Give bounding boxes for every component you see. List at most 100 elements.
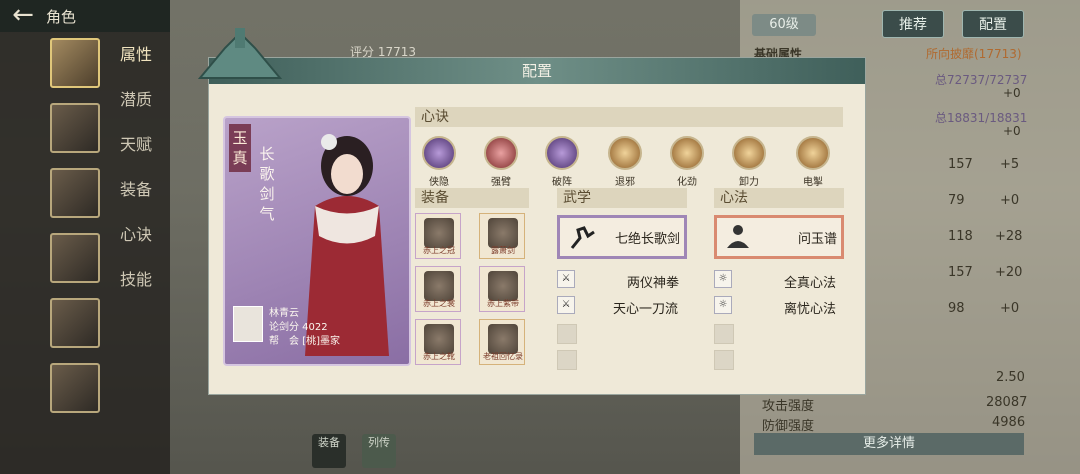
stat-row-value: 118 [948, 229, 973, 244]
skill-label: 卸力 [739, 177, 759, 188]
stat-value: 2.50 [996, 370, 1025, 385]
biography-button[interactable]: 列传 [362, 434, 396, 468]
skill-label: 退邪 [615, 177, 635, 188]
book-icon [488, 324, 518, 354]
armor-icon [424, 271, 454, 301]
wuxue-item-label: 两仪神拳 [627, 276, 680, 291]
xinfa-item-label: 离忧心法 [784, 302, 837, 317]
skill-slot[interactable]: 化劲 [667, 136, 707, 188]
empty-slot[interactable] [557, 350, 577, 370]
boots-icon [424, 324, 454, 354]
config-button[interactable]: 配置 [962, 10, 1024, 38]
wuxue-item-label: 天心一刀流 [613, 302, 679, 317]
top-bar: ← 角色 [0, 0, 170, 32]
menu-item-equipment[interactable]: 装备 [120, 177, 152, 222]
stat-row-value: 157 [948, 157, 973, 172]
mp-bonus: +0 [1003, 124, 1021, 138]
defense-value: 4986 [992, 415, 1026, 430]
xinfa-item-label: 全真心法 [784, 276, 837, 291]
equip-slot[interactable]: 赤上之冠 [415, 213, 461, 259]
swordsman-icon [570, 226, 595, 249]
menu-item-xinjue[interactable]: 心诀 [120, 222, 152, 267]
stat-row-delta: +0 [1000, 301, 1020, 316]
xinfa-item[interactable]: ☼ 全真心法 [714, 270, 844, 291]
skill-slot[interactable]: 电掣 [793, 136, 833, 188]
character-portrait[interactable] [50, 103, 100, 153]
character-name: 林青云 [269, 308, 299, 319]
character-title: 长歌剑气 [259, 145, 275, 223]
menu-item-skills[interactable]: 技能 [120, 267, 152, 312]
character-portrait[interactable] [50, 363, 100, 413]
equip-slot[interactable]: 赤上紫带 [479, 266, 525, 312]
skill-slot[interactable]: 卸力 [729, 136, 769, 188]
skill-slot[interactable]: 强臂 [481, 136, 521, 188]
equip-slot[interactable]: 老祖回忆录 [479, 319, 525, 365]
skill-slot[interactable]: 破阵 [542, 136, 582, 188]
menu-item-attributes[interactable]: 属性 [120, 42, 152, 87]
menu-item-talent[interactable]: 天赋 [120, 132, 152, 177]
character-portrait[interactable] [50, 38, 100, 88]
level-badge: 60级 [752, 14, 816, 36]
xinfa-section-header: 心法 [714, 188, 844, 208]
wuxue-item[interactable]: ⚔ 天心一刀流 [557, 296, 687, 317]
skill-icon [545, 136, 579, 170]
back-arrow-icon[interactable]: ← [0, 0, 46, 32]
xinjue-section-header: 心诀 [415, 107, 843, 127]
stat-row-value: 79 [948, 193, 965, 208]
character-portrait[interactable] [50, 233, 100, 283]
equip-shortcut-button[interactable]: 装备 [312, 434, 346, 468]
meditation-icon [727, 225, 749, 248]
skill-icon [670, 136, 704, 170]
skill-label: 侠隐 [429, 177, 449, 188]
character-list [50, 38, 102, 428]
equip-section-header: 装备 [415, 188, 529, 208]
wuxue-main-slot[interactable]: 七绝长歌剑 [557, 215, 687, 259]
set-bonus: 所向披靡(17713) [926, 47, 1022, 61]
wuxue-item[interactable]: ⚔ 两仪神拳 [557, 270, 687, 291]
arena-score: 论剑分 4022 [269, 322, 328, 333]
skill-icon [796, 136, 830, 170]
equip-slot[interactable]: 赤上之裳 [415, 266, 461, 312]
skill-icon [484, 136, 518, 170]
wuxue-main-label: 七绝长歌剑 [614, 232, 680, 247]
skill-label: 强臂 [491, 177, 511, 188]
skill-icon [422, 136, 456, 170]
belt-icon [488, 271, 518, 301]
skill-label: 破阵 [552, 177, 572, 188]
character-portrait[interactable] [50, 168, 100, 218]
equip-name: 露萧剑 [491, 246, 515, 255]
empty-slot[interactable] [557, 324, 577, 344]
martial-art-icon: ⚔ [557, 270, 575, 288]
skill-slot[interactable]: 侠隐 [419, 136, 459, 188]
sword-icon [488, 218, 518, 248]
stat-row-delta: +28 [995, 229, 1023, 244]
skill-slot[interactable]: 退邪 [605, 136, 645, 188]
inner-art-icon: ☼ [714, 270, 732, 288]
equip-name: 赤上之靴 [423, 352, 455, 361]
equip-slot[interactable]: 赤上之靴 [415, 319, 461, 365]
inner-art-icon: ☼ [714, 296, 732, 314]
stat-row-value: 157 [948, 265, 973, 280]
attribute-menu: 属性 潜质 天赋 装备 心诀 技能 [120, 42, 152, 312]
empty-slot[interactable] [714, 350, 734, 370]
empty-slot[interactable] [714, 324, 734, 344]
equip-name: 老祖回忆录 [483, 352, 523, 361]
menu-item-potential[interactable]: 潜质 [120, 87, 152, 132]
equip-slot[interactable]: 露萧剑 [479, 213, 525, 259]
recommend-button[interactable]: 推荐 [882, 10, 944, 38]
character-info: 林青云 论剑分 4022 帮 会 [桃]墨家 [231, 304, 407, 360]
equip-name: 赤上之裳 [423, 299, 455, 308]
character-portrait[interactable] [50, 298, 100, 348]
attack-label: 攻击强度 [762, 399, 815, 414]
skill-label: 电掣 [803, 177, 823, 188]
stat-row-delta: +0 [1000, 193, 1020, 208]
helmet-icon [424, 218, 454, 248]
defense-label: 防御强度 [762, 419, 815, 434]
xinfa-item[interactable]: ☼ 离忧心法 [714, 296, 844, 317]
equip-name: 赤上之冠 [423, 246, 455, 255]
xinfa-main-slot[interactable]: 问玉谱 [714, 215, 844, 259]
stat-row-value: 98 [948, 301, 965, 316]
stat-row-delta: +5 [1000, 157, 1020, 172]
more-details-button[interactable]: 更多详情 [754, 433, 1024, 455]
skill-icon [732, 136, 766, 170]
